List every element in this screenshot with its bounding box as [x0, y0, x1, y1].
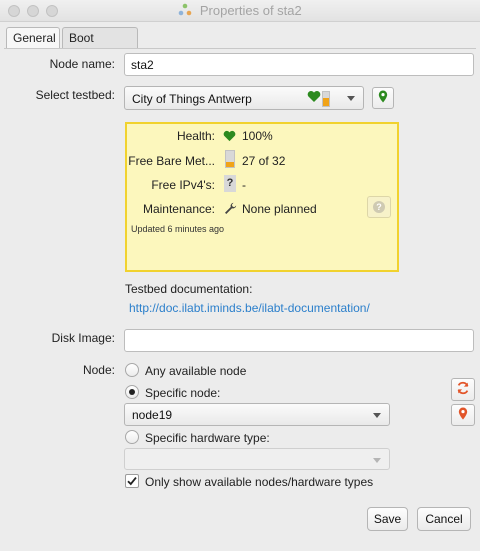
health-value: 100% [242, 129, 273, 143]
free-bare-metal-label: Free Bare Met... [128, 154, 215, 168]
maintenance-label: Maintenance: [142, 202, 215, 216]
bare-metal-availability-bar [225, 150, 235, 168]
refresh-icon [456, 381, 470, 398]
specific-node-radio[interactable] [125, 385, 139, 399]
maintenance-help-button[interactable]: ? [367, 196, 391, 218]
any-node-radio[interactable] [125, 363, 139, 377]
documentation-link[interactable]: http://doc.ilabt.iminds.be/ilabt-documen… [129, 301, 370, 315]
specific-node-select[interactable]: node19 [124, 403, 390, 426]
node-name-label: Node name: [49, 57, 115, 71]
testbed-select-value: City of Things Antwerp [132, 92, 252, 106]
testbed-status-panel: Health: 100% Free Bare Met... 27 of 32 F… [125, 122, 399, 272]
chevron-down-icon [373, 458, 381, 463]
title-bar: Properties of sta2 [0, 0, 480, 22]
testbed-health-heart-icon [307, 90, 321, 106]
documentation-label: Testbed documentation: [125, 282, 253, 296]
only-available-label: Only show available nodes/hardware types [145, 475, 374, 489]
save-button[interactable]: Save [367, 507, 408, 531]
free-ipv4-label: Free IPv4's: [151, 178, 215, 192]
specific-node-label: Specific node: [145, 386, 221, 400]
refresh-nodes-button[interactable] [451, 378, 475, 401]
map-pin-icon [378, 90, 388, 106]
health-label: Health: [176, 129, 215, 143]
updated-timestamp: Updated 6 minutes ago [131, 224, 225, 234]
node-name-input[interactable]: sta2 [124, 53, 474, 76]
free-bare-metal-value: 27 of 32 [242, 154, 286, 168]
tab-boot-scripts[interactable]: Boot scripts [62, 27, 138, 65]
wrench-icon [224, 202, 237, 218]
jfed-app-icon [178, 3, 192, 20]
disk-image-label: Disk Image: [51, 331, 115, 345]
chevron-down-icon [347, 96, 355, 101]
free-ipv4-value: - [242, 178, 246, 192]
node-location-button[interactable] [451, 404, 475, 426]
checkmark-icon [127, 477, 137, 486]
hardware-type-select[interactable] [124, 448, 390, 470]
specific-node-value: node19 [132, 408, 173, 422]
node-label: Node: [82, 363, 115, 377]
testbed-select[interactable]: City of Things Antwerp [124, 86, 364, 110]
hardware-type-radio[interactable] [125, 430, 139, 444]
any-node-label: Any available node [145, 364, 247, 378]
disk-image-input[interactable] [124, 329, 474, 352]
only-available-checkbox[interactable] [125, 474, 139, 488]
map-pin-icon [458, 407, 468, 423]
cancel-button[interactable]: Cancel [417, 507, 471, 531]
hardware-type-label: Specific hardware type: [145, 431, 270, 445]
select-testbed-label: Select testbed: [35, 88, 115, 102]
testbed-location-button[interactable] [372, 87, 394, 109]
help-icon: ? [373, 201, 385, 213]
testbed-capacity-bar [322, 91, 330, 107]
maintenance-value: None planned [242, 202, 317, 216]
heart-icon [223, 130, 236, 145]
chevron-down-icon [373, 413, 381, 418]
tab-general[interactable]: General [6, 27, 60, 49]
unknown-status-icon: ? [224, 175, 236, 192]
window-title: Properties of sta2 [199, 3, 302, 18]
